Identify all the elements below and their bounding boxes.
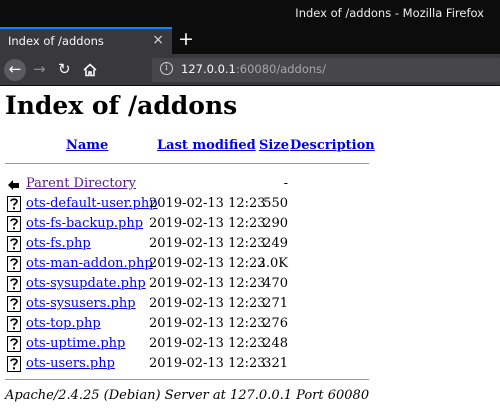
file-row: ots-top.php 2019-02-13 12:23 276 [0, 314, 500, 334]
unknown-file-icon [7, 276, 21, 292]
file-link[interactable]: ots-top.php [26, 316, 101, 331]
new-tab-button[interactable]: + [178, 28, 194, 50]
file-size: 290 [263, 216, 288, 231]
column-header-last-modified[interactable]: Last modified [157, 138, 256, 153]
column-header-description[interactable]: Description [290, 138, 375, 153]
file-date: 2019-02-13 12:23 [149, 296, 266, 311]
file-size: 321 [263, 356, 288, 371]
file-link[interactable]: ots-uptime.php [26, 336, 125, 351]
file-link[interactable]: ots-users.php [26, 356, 115, 371]
file-link[interactable]: ots-man-addon.php [26, 256, 153, 271]
file-row: ots-sysupdate.php 2019-02-13 12:23 470 [0, 274, 500, 294]
url-bar[interactable]: i 127.0.0.1:60080/addons/ [152, 58, 500, 82]
unknown-file-icon [7, 216, 21, 232]
column-header-size[interactable]: Size [259, 138, 289, 153]
file-link[interactable]: ots-sysupdate.php [26, 276, 146, 291]
file-row: ots-users.php 2019-02-13 12:23 321 [0, 354, 500, 374]
unknown-file-icon [7, 336, 21, 352]
unknown-file-icon [7, 296, 21, 312]
back-arrow-icon [8, 180, 19, 190]
server-signature: Apache/2.4.25 (Debian) Server at 127.0.0… [5, 388, 370, 403]
parent-directory-row: Parent Directory - [0, 174, 500, 194]
unknown-file-icon [7, 196, 21, 212]
file-row: ots-fs.php 2019-02-13 12:23 249 [0, 234, 500, 254]
page-content: Index of /addons Name Last modified Size… [0, 86, 500, 418]
reload-button[interactable]: ↻ [58, 60, 71, 78]
file-date: 2019-02-13 12:23 [149, 236, 266, 251]
file-link[interactable]: ots-default-user.php [26, 196, 158, 211]
file-size: 249 [263, 236, 288, 251]
tab-strip: Index of /addons × + [0, 27, 500, 54]
file-size: 2.0K [257, 256, 288, 271]
file-size: 271 [263, 296, 288, 311]
file-size: 550 [263, 196, 288, 211]
unknown-file-icon [7, 256, 21, 272]
url-path: :60080/addons/ [235, 62, 327, 76]
file-size: 470 [263, 276, 288, 291]
file-row: ots-uptime.php 2019-02-13 12:23 248 [0, 334, 500, 354]
tab-label: Index of /addons [8, 34, 104, 48]
file-date: 2019-02-13 12:23 [149, 196, 266, 211]
unknown-file-icon [7, 356, 21, 372]
file-row: ots-default-user.php 2019-02-13 12:23 550 [0, 194, 500, 214]
unknown-file-icon [7, 236, 21, 252]
close-tab-icon[interactable]: × [152, 32, 164, 48]
file-row: ots-man-addon.php 2019-02-13 12:23 2.0K [0, 254, 500, 274]
footer-divider [5, 379, 369, 380]
file-row: ots-sysusers.php 2019-02-13 12:23 271 [0, 294, 500, 314]
file-link[interactable]: ots-sysusers.php [26, 296, 136, 311]
file-row: ots-fs-backup.php 2019-02-13 12:23 290 [0, 214, 500, 234]
file-date: 2019-02-13 12:23 [149, 276, 266, 291]
file-date: 2019-02-13 12:23 [149, 316, 266, 331]
file-size: 276 [263, 316, 288, 331]
file-date: 2019-02-13 12:23 [149, 256, 266, 271]
site-info-icon[interactable]: i [160, 62, 173, 75]
forward-button[interactable]: → [33, 60, 46, 78]
parent-directory-link[interactable]: Parent Directory [26, 176, 136, 191]
window-title: Index of /addons - Mozilla Firefox [295, 6, 484, 20]
tab-index-addons[interactable]: Index of /addons × [0, 27, 172, 54]
parent-size: - [283, 176, 288, 191]
column-header-name[interactable]: Name [66, 138, 108, 153]
file-date: 2019-02-13 12:23 [149, 216, 266, 231]
url-host: 127.0.0.1 [181, 62, 236, 76]
file-size: 248 [263, 336, 288, 351]
url-text[interactable]: 127.0.0.1:60080/addons/ [181, 62, 326, 76]
file-link[interactable]: ots-fs-backup.php [26, 216, 143, 231]
window-titlebar: Index of /addons - Mozilla Firefox [0, 0, 500, 27]
file-date: 2019-02-13 12:23 [149, 356, 266, 371]
header-divider [5, 163, 369, 164]
navigation-toolbar: ← → ↻ i 127.0.0.1:60080/addons/ [0, 54, 500, 86]
file-date: 2019-02-13 12:23 [149, 336, 266, 351]
back-button[interactable]: ← [4, 59, 26, 81]
file-link[interactable]: ots-fs.php [26, 236, 91, 251]
home-icon[interactable] [82, 62, 98, 78]
unknown-file-icon [7, 316, 21, 332]
page-title: Index of /addons [5, 91, 238, 120]
